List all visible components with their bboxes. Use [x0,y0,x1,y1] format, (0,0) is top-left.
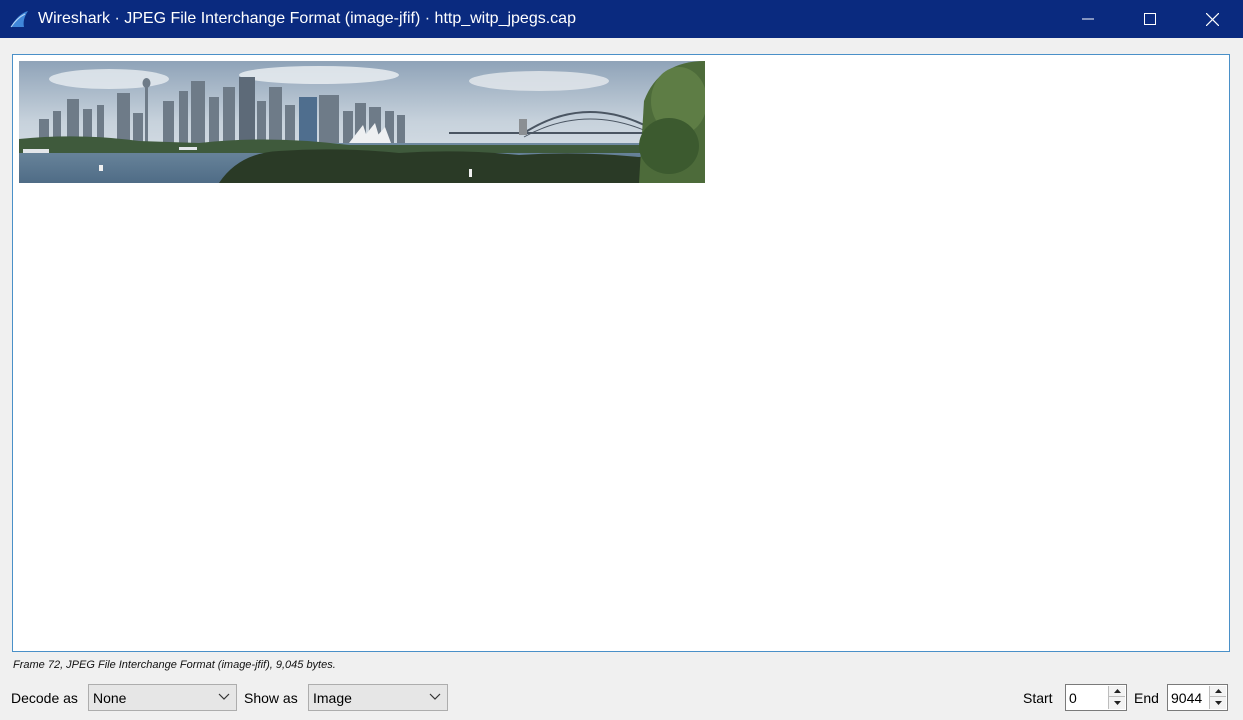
decode-as-value: None [93,690,127,706]
end-spinbox[interactable]: 9044 [1167,684,1228,711]
start-label: Start [1023,690,1053,706]
end-increment-button[interactable] [1210,686,1226,697]
end-label: End [1134,690,1159,706]
triangle-down-icon [1113,700,1121,705]
triangle-down-icon [1214,700,1222,705]
title-bar: Wireshark · JPEG File Interchange Format… [0,0,1243,38]
close-button[interactable] [1181,0,1243,38]
minimize-button[interactable] [1057,0,1119,38]
wireshark-fin-icon [8,8,30,30]
start-value: 0 [1069,690,1077,706]
frame-info-text: Frame 72, JPEG File Interchange Format (… [13,659,336,671]
end-spin-buttons [1209,686,1226,709]
triangle-up-icon [1214,689,1222,693]
start-decrement-button[interactable] [1109,697,1125,708]
show-as-select[interactable]: Image [308,684,448,711]
maximize-icon [1144,13,1156,25]
end-decrement-button[interactable] [1210,697,1226,708]
sydney-harbour-panorama-image [19,61,705,183]
window-title: Wireshark · JPEG File Interchange Format… [38,10,576,27]
minimize-icon [1082,18,1094,20]
show-as-value: Image [313,690,352,706]
start-spin-buttons [1108,686,1125,709]
end-value: 9044 [1171,690,1203,706]
image-viewer-pane [12,54,1230,652]
bottom-controls: Decode as None Show as Image Start 0 End… [0,683,1243,713]
decode-as-label: Decode as [11,690,78,706]
start-increment-button[interactable] [1109,686,1125,697]
decode-as-select[interactable]: None [88,684,237,711]
triangle-up-icon [1113,689,1121,693]
window-controls [1057,0,1243,38]
show-as-label: Show as [244,690,298,706]
chevron-down-icon [218,693,230,700]
maximize-button[interactable] [1119,0,1181,38]
start-spinbox[interactable]: 0 [1065,684,1127,711]
chevron-down-icon [429,693,441,700]
close-icon [1205,12,1219,26]
